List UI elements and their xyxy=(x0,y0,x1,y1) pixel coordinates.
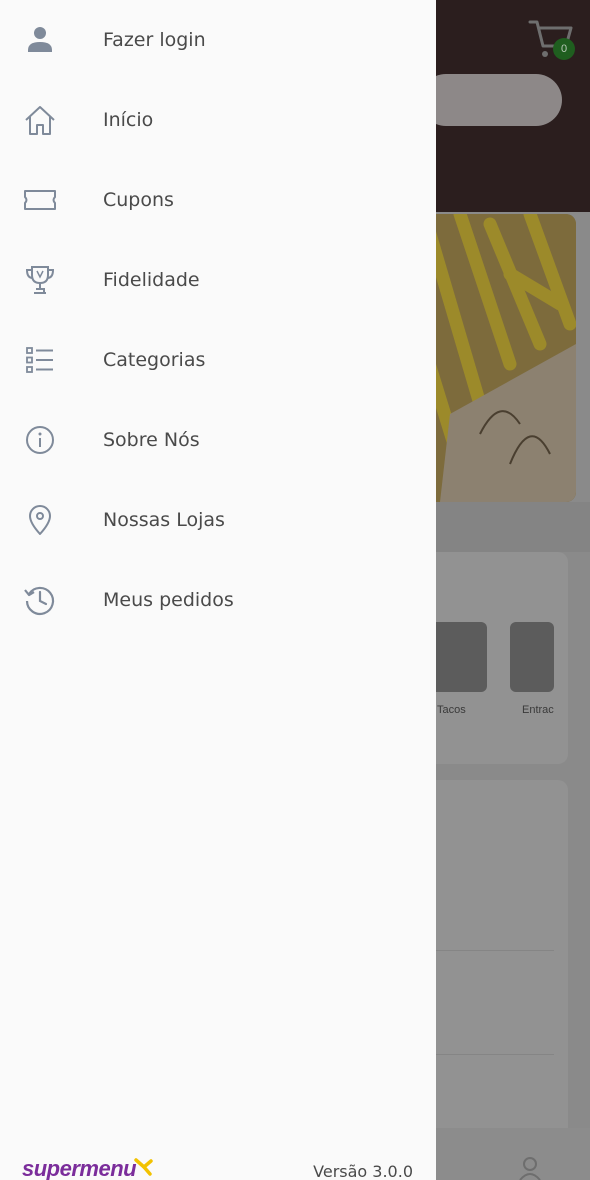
menu-label: Meus pedidos xyxy=(103,589,234,611)
menu-item-about[interactable]: Sobre Nós xyxy=(0,400,436,480)
menu-item-login[interactable]: Fazer login xyxy=(0,0,436,80)
trophy-icon xyxy=(25,266,55,294)
products-card xyxy=(420,780,568,1140)
category-label: Tacos xyxy=(437,704,466,716)
profile-icon[interactable] xyxy=(518,1156,542,1180)
menu-label: Categorias xyxy=(103,349,206,371)
person-icon xyxy=(28,27,52,52)
menu-label: Nossas Lojas xyxy=(103,509,225,531)
menu-label: Início xyxy=(103,109,154,131)
location-pin-icon xyxy=(29,505,51,535)
menu-item-orders[interactable]: Meus pedidos xyxy=(0,560,436,640)
divider xyxy=(420,1054,554,1055)
app-version: Versão 3.0.0 xyxy=(313,1162,413,1180)
menu-item-stores[interactable]: Nossas Lojas xyxy=(0,480,436,560)
cart-badge: 0 xyxy=(553,38,575,60)
category-label: Entrac xyxy=(522,704,554,716)
list-icon xyxy=(26,347,53,373)
home-icon xyxy=(25,106,55,135)
brand-mark-icon xyxy=(134,1158,153,1176)
menu-item-loyalty[interactable]: Fidelidade xyxy=(0,240,436,320)
info-icon xyxy=(26,426,54,454)
navigation-drawer: Fazer login Início Cupons Fidelidade Cat… xyxy=(0,0,436,1180)
menu-item-home[interactable]: Início xyxy=(0,80,436,160)
brand-logo: supermenu xyxy=(22,1156,137,1180)
menu-item-coupons[interactable]: Cupons xyxy=(0,160,436,240)
menu-item-categories[interactable]: Categorias xyxy=(0,320,436,400)
menu-label: Fidelidade xyxy=(103,269,200,291)
search-bar[interactable] xyxy=(420,74,562,126)
menu-label: Fazer login xyxy=(103,29,206,51)
ticket-icon xyxy=(24,190,56,210)
hero-banner[interactable] xyxy=(420,214,576,502)
drawer-footer: supermenu Versão 3.0.0 xyxy=(0,1150,436,1180)
menu-label: Cupons xyxy=(103,189,174,211)
history-icon xyxy=(24,586,55,616)
category-tile[interactable] xyxy=(510,622,554,692)
menu-label: Sobre Nós xyxy=(103,429,200,451)
divider xyxy=(420,950,554,951)
